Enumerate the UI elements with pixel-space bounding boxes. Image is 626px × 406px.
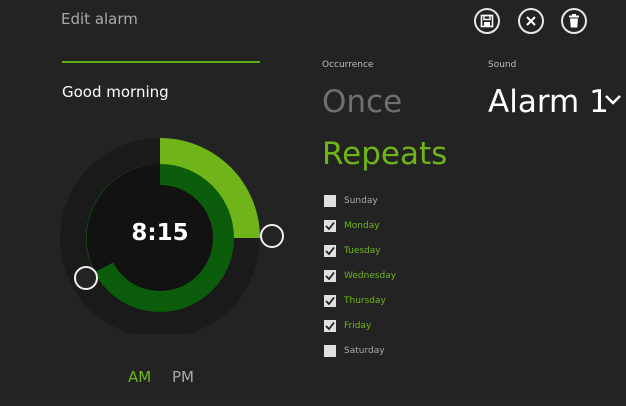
day-checkbox-sunday[interactable]: Sunday	[324, 195, 378, 207]
am-toggle[interactable]: AM	[128, 368, 151, 386]
minute-handle[interactable]	[260, 224, 284, 248]
checkmark-icon[interactable]	[324, 295, 336, 307]
time-display: 8:15	[131, 220, 189, 246]
delete-button[interactable]	[561, 8, 587, 34]
day-checkbox-monday[interactable]: Monday	[324, 220, 380, 232]
day-checkbox-friday[interactable]: Friday	[324, 320, 371, 332]
day-checkbox-thursday[interactable]: Thursday	[324, 295, 386, 307]
day-label: Monday	[344, 221, 380, 231]
close-icon	[526, 16, 536, 26]
checkbox-empty-icon[interactable]	[324, 195, 336, 207]
checkmark-icon[interactable]	[324, 220, 336, 232]
alarm-name-field[interactable]: Good morning	[62, 83, 169, 101]
checkbox-empty-icon[interactable]	[324, 345, 336, 357]
occurrence-once-option[interactable]: Once	[322, 84, 402, 120]
sound-label: Sound	[488, 60, 517, 70]
checkmark-icon[interactable]	[324, 320, 336, 332]
day-label: Tuesday	[344, 246, 381, 256]
day-label: Thursday	[344, 296, 386, 306]
trash-icon	[569, 14, 579, 28]
save-icon	[480, 14, 494, 28]
alarm-name-underline	[62, 61, 260, 63]
day-checkbox-wednesday[interactable]: Wednesday	[324, 270, 396, 282]
save-button[interactable]	[474, 8, 500, 34]
day-label: Sunday	[344, 196, 378, 206]
day-label: Wednesday	[344, 271, 397, 281]
hour-handle[interactable]	[74, 266, 98, 290]
checkmark-icon[interactable]	[324, 270, 336, 282]
sound-select[interactable]: Alarm 1	[488, 84, 609, 120]
chevron-down-icon[interactable]	[603, 90, 623, 110]
day-label: Saturday	[344, 346, 385, 356]
checkmark-icon[interactable]	[324, 245, 336, 257]
occurrence-label: Occurrence	[322, 60, 374, 70]
day-label: Friday	[344, 321, 372, 331]
page-title: Edit alarm	[61, 10, 138, 28]
day-checkbox-tuesday[interactable]: Tuesday	[324, 245, 381, 257]
cancel-button[interactable]	[518, 8, 544, 34]
day-checkbox-saturday[interactable]: Saturday	[324, 345, 385, 357]
pm-toggle[interactable]: PM	[172, 368, 194, 386]
occurrence-repeats-option[interactable]: Repeats	[322, 136, 447, 172]
